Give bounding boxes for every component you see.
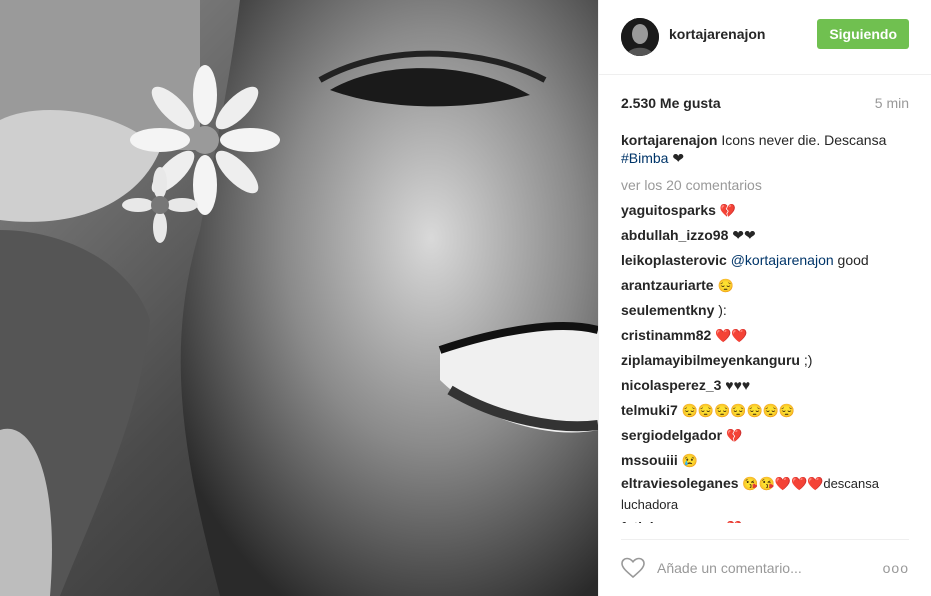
comment-username[interactable]: arantzauriarte bbox=[621, 277, 714, 293]
comment-username[interactable]: cristinamm82 bbox=[621, 327, 711, 343]
comment-username[interactable]: telmuki7 bbox=[621, 402, 678, 418]
comment-text: ❤❤ bbox=[732, 227, 756, 243]
comment-text: ;) bbox=[803, 352, 813, 368]
comment-text: good bbox=[837, 252, 869, 268]
comment-mention[interactable]: @kortajarenajon bbox=[731, 252, 834, 268]
comment: yaguitosparks 💔 bbox=[621, 198, 909, 223]
comment: fetichesuances 💔 bbox=[621, 515, 909, 523]
comment-text: ): bbox=[718, 302, 727, 318]
comment: abdullah_izzo98 ❤❤ bbox=[621, 223, 909, 248]
post-sidebar: kortajarenajon Siguiendo 2.530 Me gusta … bbox=[598, 0, 931, 596]
comment: arantzauriarte 😔 bbox=[621, 273, 909, 298]
likes-row: 2.530 Me gusta 5 min bbox=[599, 75, 931, 131]
more-options-icon[interactable]: ooo bbox=[883, 560, 909, 576]
view-all-comments-link[interactable]: ver los 20 comentarios bbox=[621, 173, 909, 198]
header-username[interactable]: kortajarenajon bbox=[669, 26, 817, 42]
comment-username[interactable]: seulementkny bbox=[621, 302, 714, 318]
caption-text: Icons never die. Descansa bbox=[721, 132, 887, 148]
comment-username[interactable]: fetichesuances bbox=[621, 519, 722, 523]
comment: seulementkny ): bbox=[621, 298, 909, 323]
comment: mssouiii 😢 bbox=[621, 448, 909, 473]
comment-username[interactable]: abdullah_izzo98 bbox=[621, 227, 728, 243]
comment-username[interactable]: eltraviesoleganes bbox=[621, 475, 739, 491]
comment: cristinamm82 ❤️❤️ bbox=[621, 323, 909, 348]
caption-hashtag[interactable]: #Bimba bbox=[621, 150, 668, 166]
comment-username[interactable]: leikoplasterovic bbox=[621, 252, 727, 268]
comment-input[interactable]: Añade un comentario... bbox=[657, 560, 883, 576]
post-header: kortajarenajon Siguiendo bbox=[599, 0, 931, 75]
comment-text: 💔 bbox=[726, 428, 743, 443]
comment-text: ❤️❤️ bbox=[715, 328, 748, 343]
comment-text: 😔😔😔😔😔😔😔 bbox=[681, 403, 796, 418]
comment: ziplamayibilmeyenkanguru ;) bbox=[621, 348, 909, 373]
comment-text: 😢 bbox=[681, 453, 698, 468]
comment: leikoplasterovic @kortajarenajon good bbox=[621, 248, 909, 273]
comment: nicolasperez_3 ♥♥♥ bbox=[621, 373, 909, 398]
post-photo[interactable] bbox=[0, 0, 598, 596]
comment: sergiodelgador 💔 bbox=[621, 423, 909, 448]
comments-list: kortajarenajon Icons never die. Descansa… bbox=[599, 131, 931, 523]
comment: eltraviesoleganes 😘😘❤️❤️❤️descansa lucha… bbox=[621, 473, 909, 515]
caption: kortajarenajon Icons never die. Descansa… bbox=[621, 131, 909, 167]
comment-text: 😔 bbox=[717, 278, 734, 293]
comment-text: ♥♥♥ bbox=[725, 377, 751, 393]
comment-username[interactable]: sergiodelgador bbox=[621, 427, 722, 443]
comment-username[interactable]: nicolasperez_3 bbox=[621, 377, 721, 393]
comment-username[interactable]: yaguitosparks bbox=[621, 202, 716, 218]
photo-art bbox=[0, 0, 598, 596]
caption-username[interactable]: kortajarenajon bbox=[621, 132, 717, 148]
likes-count[interactable]: 2.530 Me gusta bbox=[621, 95, 721, 111]
comment-text: 💔 bbox=[726, 520, 742, 523]
avatar[interactable] bbox=[621, 18, 659, 56]
comment-username[interactable]: ziplamayibilmeyenkanguru bbox=[621, 352, 800, 368]
comment-username[interactable]: mssouiii bbox=[621, 452, 678, 468]
post-time[interactable]: 5 min bbox=[875, 95, 909, 111]
comment-footer: Añade un comentario... ooo bbox=[621, 539, 909, 596]
heart-icon[interactable] bbox=[621, 557, 645, 579]
caption-heart: ❤ bbox=[672, 150, 685, 166]
comment: telmuki7 😔😔😔😔😔😔😔 bbox=[621, 398, 909, 423]
follow-button[interactable]: Siguiendo bbox=[817, 19, 909, 49]
comment-text: 💔 bbox=[719, 203, 737, 218]
